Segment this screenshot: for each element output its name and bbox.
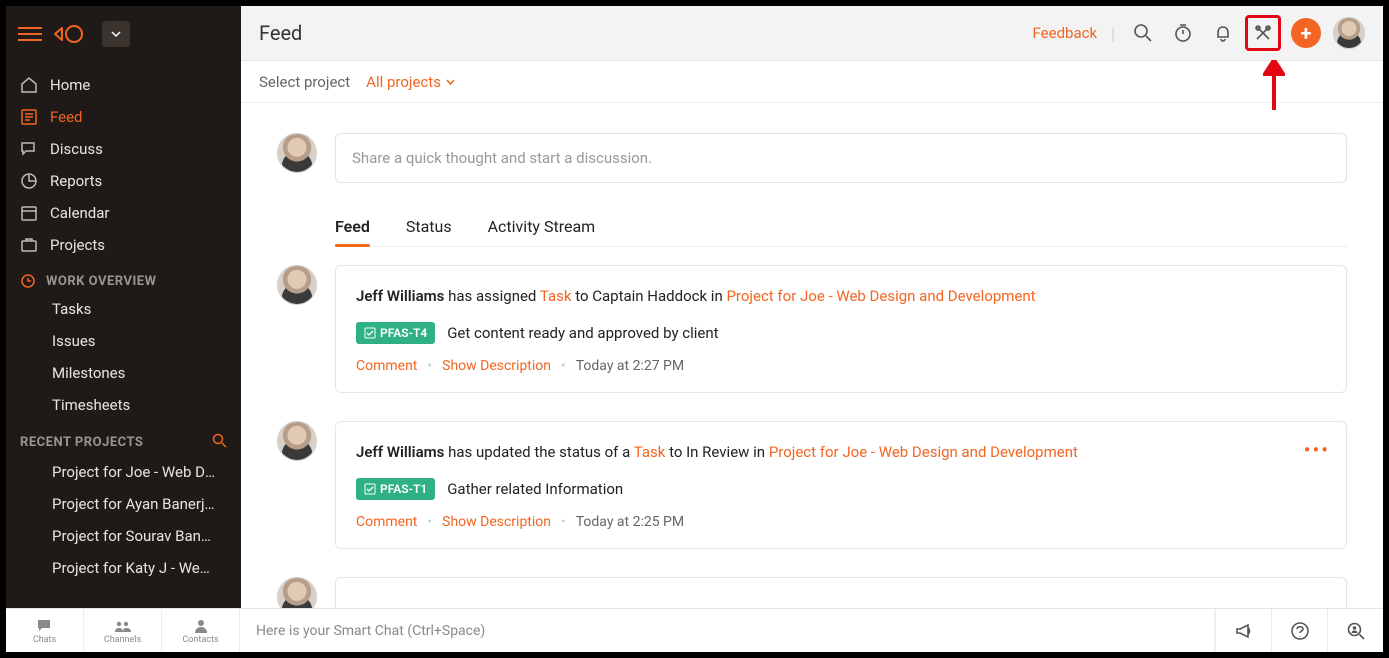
feed-text: Jeff Williams has updated the status of …: [356, 440, 1326, 464]
check-icon: [364, 483, 376, 495]
section-label: WORK OVERVIEW: [46, 274, 156, 289]
search-person-icon[interactable]: [1327, 609, 1383, 652]
nav-feed[interactable]: Feed: [6, 101, 241, 133]
project-link[interactable]: Project for Joe - Web Design and Develop…: [769, 443, 1078, 461]
timer-icon[interactable]: [1165, 15, 1201, 51]
nav-label: Projects: [50, 236, 105, 254]
discuss-icon: [20, 140, 38, 158]
clock-icon: [20, 273, 36, 289]
nav-home[interactable]: Home: [6, 69, 241, 101]
announce-icon[interactable]: [1215, 609, 1271, 652]
sidebar: Home Feed Discuss Reports Calendar Proje…: [6, 6, 241, 608]
tab-chats[interactable]: Chats: [6, 609, 84, 652]
search-icon[interactable]: [212, 433, 227, 452]
timestamp: Today at 2:27 PM: [576, 358, 684, 374]
workspace-dropdown[interactable]: [102, 21, 130, 47]
hamburger-icon[interactable]: [18, 22, 42, 46]
nav-label: Feed: [50, 108, 83, 126]
callout-arrow: [1263, 60, 1285, 110]
contacts-icon: [193, 617, 209, 635]
nav-reports[interactable]: Reports: [6, 165, 241, 197]
task-link[interactable]: Task: [634, 443, 666, 461]
feed-main: Share a quick thought and start a discus…: [241, 103, 1383, 608]
check-icon: [364, 327, 376, 339]
user-avatar[interactable]: [1333, 17, 1365, 49]
feed-icon: [20, 108, 38, 126]
bottom-bar: Chats Channels Contacts Here is your Sma…: [6, 608, 1383, 652]
compose-input[interactable]: Share a quick thought and start a discus…: [335, 133, 1347, 183]
reports-icon: [20, 172, 38, 190]
tab-activity[interactable]: Activity Stream: [488, 211, 596, 246]
task-link[interactable]: Task: [540, 287, 572, 305]
projects-icon: [20, 236, 38, 254]
comment-link[interactable]: Comment: [356, 358, 417, 374]
sub-tasks[interactable]: Tasks: [6, 293, 231, 325]
more-icon[interactable]: •••: [1304, 438, 1330, 462]
section-work-overview[interactable]: WORK OVERVIEW: [6, 261, 241, 293]
feed-card: [335, 577, 1347, 608]
task-badge[interactable]: PFAS-T4: [356, 322, 435, 344]
sub-timesheets[interactable]: Timesheets: [6, 389, 231, 421]
feed-text: Jeff Williams has assigned Task to Capta…: [356, 284, 1326, 308]
search-icon[interactable]: [1125, 15, 1161, 51]
sub-issues[interactable]: Issues: [6, 325, 231, 357]
task-badge[interactable]: PFAS-T1: [356, 478, 435, 500]
feed-card: ••• Jeff Williams has updated the status…: [335, 421, 1347, 549]
chat-icon: [36, 617, 54, 635]
task-title: Get content ready and approved by client: [447, 324, 718, 342]
nav-projects[interactable]: Projects: [6, 229, 241, 261]
feedback-link[interactable]: Feedback: [1033, 24, 1108, 42]
nav-label: Reports: [50, 172, 102, 190]
author-avatar: [277, 265, 317, 305]
page-title: Feed: [259, 21, 302, 45]
nav-calendar[interactable]: Calendar: [6, 197, 241, 229]
task-title: Gather related Information: [447, 480, 623, 498]
subheader: Select project All projects: [241, 61, 1383, 103]
project-filter[interactable]: All projects: [366, 73, 455, 91]
bell-icon[interactable]: [1205, 15, 1241, 51]
tools-icon[interactable]: [1245, 15, 1281, 51]
recent-project-item[interactable]: Project for Katy J - Website: [6, 552, 231, 584]
tab-contacts[interactable]: Contacts: [162, 609, 240, 652]
tab-status[interactable]: Status: [406, 211, 452, 246]
logo[interactable]: [52, 23, 86, 45]
timestamp: Today at 2:25 PM: [576, 514, 684, 530]
nav-label: Calendar: [50, 204, 110, 222]
show-description-link[interactable]: Show Description: [442, 514, 551, 530]
comment-link[interactable]: Comment: [356, 514, 417, 530]
author-avatar: [277, 577, 317, 608]
author-avatar: [277, 421, 317, 461]
show-description-link[interactable]: Show Description: [442, 358, 551, 374]
smart-chat-input[interactable]: Here is your Smart Chat (Ctrl+Space): [240, 609, 1215, 652]
nav-discuss[interactable]: Discuss: [6, 133, 241, 165]
recent-project-item[interactable]: Project for Sourav Banerjee: [6, 520, 231, 552]
recent-project-item[interactable]: Project for Joe - Web Design and Develop…: [6, 456, 231, 488]
header: Feed Feedback | +: [241, 6, 1383, 61]
user-avatar: [277, 133, 317, 173]
section-recent-projects: RECENT PROJECTS: [6, 421, 241, 456]
tab-channels[interactable]: Channels: [84, 609, 162, 652]
feed-card: Jeff Williams has assigned Task to Capta…: [335, 265, 1347, 393]
nav-label: Home: [50, 76, 90, 94]
chevron-down-icon: [446, 79, 455, 85]
channels-icon: [114, 617, 132, 635]
project-link[interactable]: Project for Joe - Web Design and Develop…: [726, 287, 1035, 305]
feed-tabs: Feed Status Activity Stream: [335, 211, 1347, 247]
select-project-label: Select project: [259, 73, 350, 91]
home-icon: [20, 76, 38, 94]
help-icon[interactable]: [1271, 609, 1327, 652]
calendar-icon: [20, 204, 38, 222]
recent-project-item[interactable]: Project for Ayan Banerjee: [6, 488, 231, 520]
section-label: RECENT PROJECTS: [20, 435, 143, 450]
add-button[interactable]: +: [1291, 18, 1321, 48]
tab-feed[interactable]: Feed: [335, 211, 370, 246]
sub-milestones[interactable]: Milestones: [6, 357, 231, 389]
nav-label: Discuss: [50, 140, 103, 158]
